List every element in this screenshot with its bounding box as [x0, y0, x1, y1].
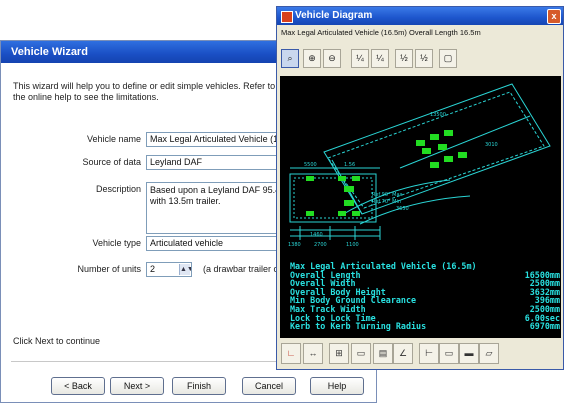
- spec-label: Kerb to Kerb Turning Radius: [290, 321, 427, 332]
- wizard-note: Click Next to continue: [13, 336, 101, 346]
- spinner-arrows-icon[interactable]: ▲▼: [179, 264, 191, 275]
- track-dim-icon[interactable]: ▤: [373, 343, 393, 364]
- label-trailer-length: 13500: [430, 112, 446, 118]
- label-dim-c: 3010: [485, 142, 498, 148]
- vehicle-name-label: Vehicle name: [86, 134, 141, 144]
- source-label: Source of data: [82, 157, 141, 167]
- select-icon[interactable]: ⌕: [281, 49, 299, 68]
- fit-icon[interactable]: ▢: [439, 49, 457, 68]
- description-label: Description: [95, 184, 141, 194]
- label-dim-e: 2700: [314, 242, 327, 248]
- span-icon[interactable]: ⊢: [419, 343, 439, 364]
- zoom-b-icon[interactable]: ¼: [371, 49, 389, 68]
- label-dim-d: 1380: [288, 242, 301, 248]
- label-dim-g: 1460: [310, 232, 323, 238]
- spec-value: 6970mm: [529, 321, 560, 332]
- label-ref-min: Ref 70° Min: [372, 199, 401, 205]
- diagram-subtitle: Max Legal Articulated Vehicle (16.5m) Ov…: [281, 28, 481, 37]
- vehicle-specs: Max Legal Articulated Vehicle (16.5m) Ov…: [290, 262, 560, 331]
- zoom-c-icon[interactable]: ½: [395, 49, 413, 68]
- units-spinner[interactable]: 2 ▲▼: [146, 262, 192, 277]
- body-dim-icon[interactable]: ▭: [351, 343, 371, 364]
- zoom-d-icon[interactable]: ½: [415, 49, 433, 68]
- zoom-a-icon[interactable]: ¼: [351, 49, 369, 68]
- zoom-out-icon[interactable]: ⊖: [323, 49, 341, 68]
- units-value: 2: [150, 264, 156, 274]
- diagram-title-bar: Vehicle Diagram x: [277, 7, 563, 25]
- next-button[interactable]: Next >: [110, 377, 164, 395]
- zoom-in-icon[interactable]: ⊕: [303, 49, 321, 68]
- diagram-title: Vehicle Diagram: [295, 10, 373, 21]
- label-dim-a: 5500: [304, 162, 317, 168]
- help-button[interactable]: Help: [310, 377, 364, 395]
- label-dim-h: 3650: [396, 206, 409, 212]
- angle-icon[interactable]: ∠: [393, 343, 413, 364]
- vehicle-diagram-window: Vehicle Diagram x Max Legal Articulated …: [276, 6, 564, 370]
- panel-icon[interactable]: ▬: [459, 343, 479, 364]
- outline-icon[interactable]: ▱: [479, 343, 499, 364]
- label-dim-b: 1.56: [344, 162, 355, 168]
- diagram-canvas[interactable]: 13500 5500 1.56 3010 1380 2700 1100 1460…: [280, 76, 561, 338]
- spec-row: Kerb to Kerb Turning Radius 6970mm: [290, 322, 560, 331]
- close-icon[interactable]: x: [547, 9, 561, 24]
- finish-button[interactable]: Finish: [172, 377, 226, 395]
- width-dim-icon[interactable]: ↔: [303, 343, 323, 364]
- cancel-button[interactable]: Cancel: [242, 377, 296, 395]
- frame-icon[interactable]: ▭: [439, 343, 459, 364]
- label-ref-max: Ref 90° Max: [372, 192, 403, 198]
- app-icon: [281, 11, 293, 23]
- units-label: Number of units: [77, 264, 141, 274]
- back-button[interactable]: < Back: [51, 377, 105, 395]
- length-dim-icon[interactable]: ∟: [281, 343, 301, 364]
- axle-dim-icon[interactable]: ⊞: [329, 343, 349, 364]
- vehicle-type-label: Vehicle type: [92, 238, 141, 248]
- label-dim-f: 1100: [346, 242, 359, 248]
- units-hint: (a drawbar trailer c: [203, 264, 279, 274]
